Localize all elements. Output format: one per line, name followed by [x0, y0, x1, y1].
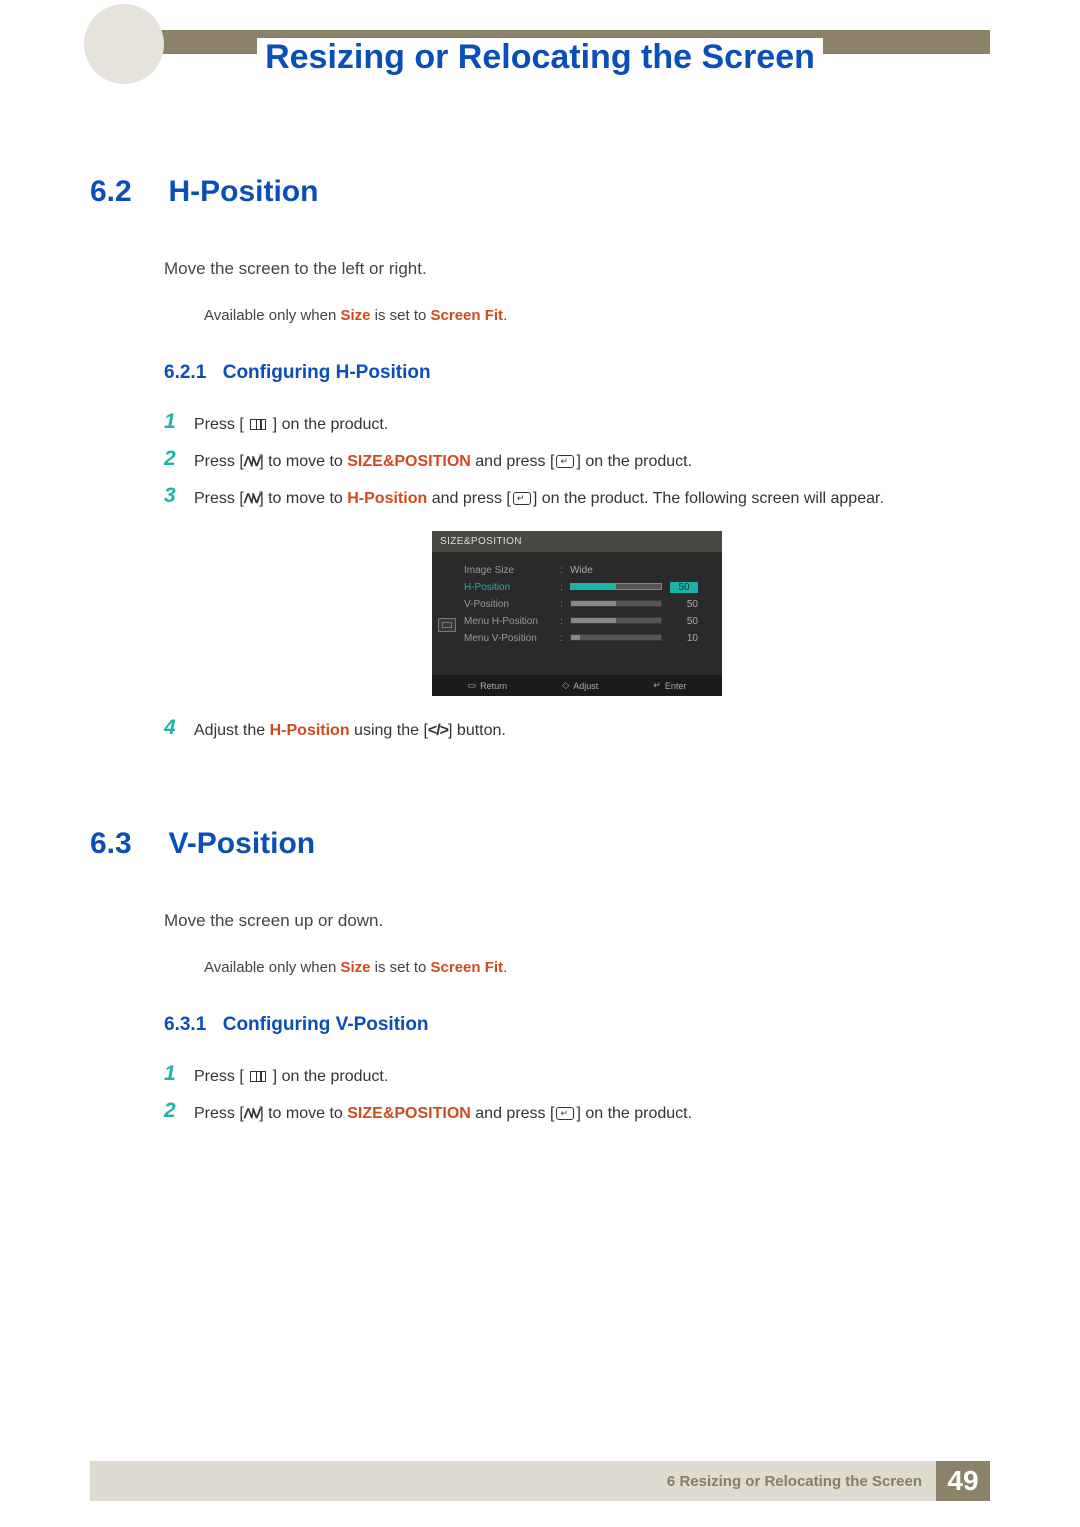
adjust-icon: ◇ — [562, 680, 569, 691]
step-number: 2 — [164, 1099, 194, 1123]
step-number: 3 — [164, 484, 194, 508]
section-title: H-Position — [168, 175, 318, 209]
step-number: 1 — [164, 410, 194, 434]
menu-icon — [250, 419, 266, 430]
steps-list: 1 Press [ ] on the product. 2 Press [ᐱ/ᐯ… — [164, 410, 990, 511]
footer-chapter-label: 6 Resizing or Relocating the Screen — [667, 1473, 922, 1490]
osd-screenshot: SIZE&POSITION Image Size : Wide H-Positi… — [432, 531, 722, 696]
step-1: 1 Press [ ] on the product. — [164, 410, 990, 437]
subsection-title: Configuring V-Position — [223, 1014, 429, 1036]
step-text: Press [ᐱ/ᐯ] to move to H-Position and pr… — [194, 484, 884, 511]
osd-title: SIZE&POSITION — [432, 531, 722, 552]
header-circle-decoration — [84, 4, 164, 84]
osd-category-icon — [438, 618, 456, 632]
availability-note: Available only when Size is set to Scree… — [204, 307, 990, 324]
section-title: V-Position — [168, 827, 315, 861]
subsection-title: Configuring H-Position — [223, 362, 431, 384]
return-icon: ▭ — [468, 680, 477, 691]
steps-list: 1 Press [ ] on the product. 2 Press [ᐱ/ᐯ… — [164, 1062, 990, 1126]
enter-icon — [556, 455, 574, 468]
enter-icon: ↵ — [653, 680, 661, 691]
chapter-title: Resizing or Relocating the Screen — [257, 38, 823, 77]
step-text: Press [ᐱ/ᐯ] to move to SIZE&POSITION and… — [194, 1099, 692, 1126]
subsection-number: 6.2.1 — [164, 362, 206, 384]
section-description: Move the screen up or down. — [164, 911, 990, 931]
step-number: 2 — [164, 447, 194, 471]
osd-row-menu-h: Menu H-Position : 50 — [438, 613, 716, 630]
section-number: 6.2 — [90, 175, 164, 209]
step-1: 1 Press [ ] on the product. — [164, 1062, 990, 1089]
osd-row-v-position: V-Position : 50 — [438, 596, 716, 613]
section-description: Move the screen to the left or right. — [164, 259, 990, 279]
enter-icon — [513, 492, 531, 505]
page-footer: 6 Resizing or Relocating the Screen 49 — [90, 1461, 990, 1501]
step-2: 2 Press [ᐱ/ᐯ] to move to SIZE&POSITION a… — [164, 447, 990, 474]
subsection-number: 6.3.1 — [164, 1014, 206, 1036]
step-text: Press [ ] on the product. — [194, 1062, 388, 1089]
osd-row-h-position: H-Position : 50 — [438, 579, 716, 596]
step-text: Press [ᐱ/ᐯ] to move to SIZE&POSITION and… — [194, 447, 692, 474]
step-number: 4 — [164, 716, 194, 740]
subsection-6-2-1-heading: 6.2.1 Configuring H-Position — [164, 362, 990, 384]
up-down-icon: ᐱ/ᐯ — [244, 452, 259, 472]
section-6-2-heading: 6.2 H-Position — [90, 175, 990, 209]
section-number: 6.3 — [90, 827, 164, 861]
osd-row-menu-v: Menu V-Position : 10 — [438, 630, 716, 647]
step-text: Press [ ] on the product. — [194, 410, 388, 437]
step-4: 4 Adjust the H-Position using the [</>] … — [164, 716, 990, 743]
osd-footer: ▭Return ◇Adjust ↵Enter — [432, 675, 722, 696]
step-3: 3 Press [ᐱ/ᐯ] to move to H-Position and … — [164, 484, 990, 511]
page-content: 6.2 H-Position Move the screen to the le… — [90, 175, 990, 1146]
left-right-icon: </> — [428, 722, 448, 739]
menu-icon — [250, 1071, 266, 1082]
step-text: Adjust the H-Position using the [</>] bu… — [194, 716, 506, 743]
section-6-3-heading: 6.3 V-Position — [90, 827, 990, 861]
up-down-icon: ᐱ/ᐯ — [244, 1104, 259, 1124]
step-2: 2 Press [ᐱ/ᐯ] to move to SIZE&POSITION a… — [164, 1099, 990, 1126]
availability-note: Available only when Size is set to Scree… — [204, 959, 990, 976]
steps-list-continued: 4 Adjust the H-Position using the [</>] … — [164, 716, 990, 743]
up-down-icon: ᐱ/ᐯ — [244, 489, 259, 509]
osd-row-image-size: Image Size : Wide — [438, 562, 716, 579]
subsection-6-3-1-heading: 6.3.1 Configuring V-Position — [164, 1014, 990, 1036]
page-number: 49 — [936, 1461, 990, 1501]
enter-icon — [556, 1107, 574, 1120]
step-number: 1 — [164, 1062, 194, 1086]
